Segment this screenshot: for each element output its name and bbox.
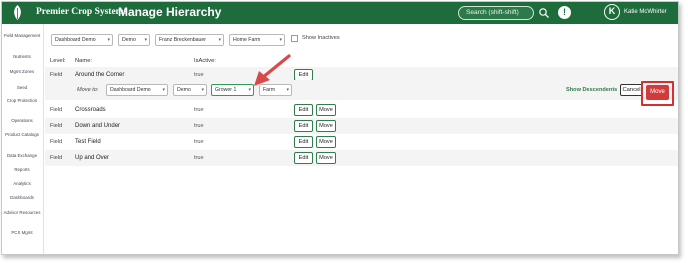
row-name: Up and Over [75, 155, 110, 161]
row-active: true [194, 107, 204, 113]
sidebar-item-data-exchange[interactable]: Data Exchange [2, 153, 42, 158]
header-isactive: IsActive: [194, 58, 216, 64]
header-name: Name: [75, 58, 93, 64]
edit-button[interactable]: Edit [294, 136, 313, 148]
row-level: Field [50, 107, 63, 113]
page-title: Manage Hierarchy [118, 5, 222, 19]
brand-name[interactable]: Premier Crop Systems [36, 7, 127, 17]
chevron-down-icon: ▾ [162, 87, 165, 93]
row-name: Around the Corner [75, 72, 125, 78]
grower-select[interactable]: Franz Breckenbauer ▾ [155, 34, 224, 46]
user-name[interactable]: Katie McWhirter [624, 9, 667, 15]
chevron-down-icon: ▾ [279, 37, 282, 43]
show-descendents-link[interactable]: Show Descendents [566, 87, 617, 93]
edit-button[interactable]: Edit [294, 120, 313, 132]
table-row: Field Test Field true Edit Move [45, 134, 678, 150]
table-row: Field Up and Over true Edit Move [45, 150, 678, 166]
row-level: Field [50, 123, 63, 129]
chevron-down-icon: ▾ [144, 37, 147, 43]
leaf-logo-icon [14, 5, 21, 20]
sidebar: Field Management Nutrients Mgmt Zones Se… [2, 24, 44, 254]
chevron-down-icon: ▾ [201, 87, 204, 93]
move-demo-select[interactable]: Demo ▾ [173, 84, 207, 96]
demo-select-value: Demo [122, 37, 136, 43]
sidebar-item-dashboards[interactable]: Dashboards [2, 195, 42, 200]
move-grower-select[interactable]: Grower 1 ▾ [211, 84, 254, 96]
move-to-label: Move to: [77, 87, 99, 93]
row-active: true [194, 72, 204, 78]
chevron-down-icon: ▾ [248, 87, 251, 93]
sidebar-item-operations[interactable]: Operations [2, 118, 42, 123]
table-row: Field Down and Under true Edit Move [45, 118, 678, 134]
row-name: Crossroads [75, 107, 106, 113]
top-navbar: Premier Crop Systems Manage Hierarchy Se… [2, 2, 678, 24]
move-dashboard-select[interactable]: Dashboard Demo ▾ [106, 84, 168, 96]
sidebar-item-analytics[interactable]: Analytics [2, 181, 42, 186]
move-button[interactable]: Move [316, 120, 336, 132]
main-content: Dashboard Demo ▾ Demo ▾ Franz Breckenbauer… [45, 24, 678, 254]
alert-icon[interactable]: ! [558, 6, 571, 19]
search-input[interactable]: Search (shift-shift) [458, 6, 534, 20]
avatar[interactable]: K [604, 4, 620, 20]
row-level: Field [50, 72, 63, 78]
sidebar-item-nutrients[interactable]: Nutrients [2, 54, 42, 59]
sidebar-item-crop-protection[interactable]: Crop Protection [2, 98, 42, 103]
demo-select[interactable]: Demo ▾ [118, 34, 150, 46]
confirm-move-button[interactable]: Move [646, 85, 669, 100]
farm-select[interactable]: Home Farm ▾ [229, 34, 285, 46]
cancel-button[interactable]: Cancel [620, 84, 643, 96]
move-grower-select-value: Grower 1 [215, 87, 237, 93]
row-name: Down and Under [75, 123, 121, 129]
sidebar-item-product-catalogs[interactable]: Product Catalogs [2, 132, 42, 137]
sidebar-item-seed[interactable]: Seed [2, 85, 42, 90]
chevron-down-icon: ▾ [286, 87, 289, 93]
sidebar-item-mgmt-zones[interactable]: Mgmt Zones [2, 69, 42, 74]
grower-select-value: Franz Breckenbauer [159, 37, 206, 43]
dashboard-select-value: Dashboard Demo [55, 37, 96, 43]
chevron-down-icon: ▾ [218, 37, 221, 43]
sidebar-item-reports[interactable]: Reports [2, 167, 42, 172]
move-button[interactable]: Move [316, 152, 336, 164]
row-active: true [194, 155, 204, 161]
header-level: Level: [50, 58, 66, 64]
dashboard-select[interactable]: Dashboard Demo ▾ [51, 34, 113, 46]
edit-button[interactable]: Edit [294, 104, 313, 116]
move-button[interactable]: Move [316, 104, 336, 116]
row-name: Test Field [75, 139, 101, 145]
move-demo-select-value: Demo [177, 87, 191, 93]
sidebar-item-field-management[interactable]: Field Management [2, 33, 42, 38]
farm-select-value: Home Farm [233, 37, 261, 43]
edit-button[interactable]: Edit [294, 152, 313, 164]
app-window: Premier Crop Systems Manage Hierarchy Se… [1, 1, 679, 255]
row-level: Field [50, 139, 63, 145]
show-inactives-checkbox[interactable] [291, 35, 298, 42]
move-to-panel: Move to: Dashboard Demo ▾ Demo ▾ Grower 1 ▾… [45, 80, 678, 100]
table-row: Field Crossroads true Edit Move [45, 102, 678, 118]
chevron-down-icon: ▾ [107, 37, 110, 43]
sidebar-item-advisor-resources[interactable]: Advisor Resources [2, 210, 42, 215]
move-farm-select-value: Farm [263, 87, 276, 93]
row-active: true [194, 123, 204, 129]
row-active: true [194, 139, 204, 145]
row-level: Field [50, 155, 63, 161]
show-inactives-label: Show Inactives [302, 35, 340, 41]
search-icon[interactable] [538, 7, 550, 19]
sidebar-item-pcs-mgmt[interactable]: PCS Mgmt [2, 230, 42, 235]
move-button[interactable]: Move [316, 136, 336, 148]
move-farm-select[interactable]: Farm ▾ [259, 84, 292, 96]
move-dashboard-select-value: Dashboard Demo [110, 87, 151, 93]
